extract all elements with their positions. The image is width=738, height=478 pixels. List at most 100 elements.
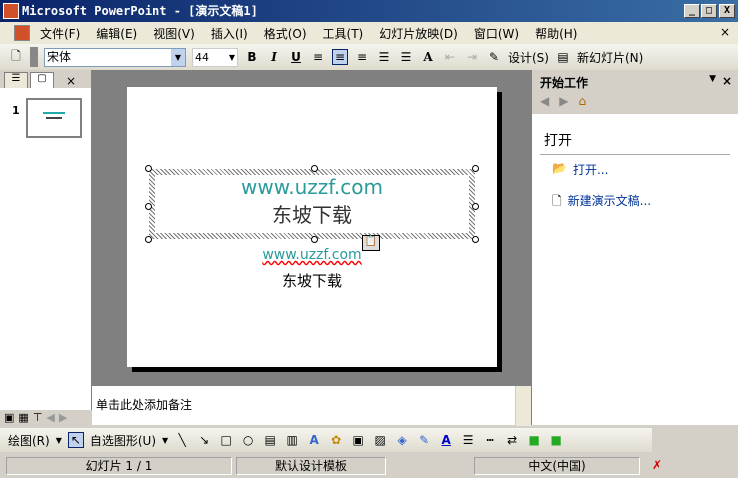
menu-view[interactable]: 视图(V) (153, 25, 195, 42)
chevron-down-icon[interactable]: ▼ (162, 436, 168, 445)
view-buttons: ▣ ▦ ⊤ ◀ ▶ (4, 411, 90, 427)
menu-tools[interactable]: 工具(T) (323, 25, 364, 42)
slide-thumbnail[interactable] (26, 98, 82, 138)
minimize-button[interactable]: _ (684, 4, 700, 18)
normal-view-icon[interactable]: ▣ (4, 411, 14, 427)
slide-title-text: 东坡下载 (272, 203, 352, 227)
sorter-view-icon[interactable]: ▦ (18, 411, 28, 427)
line-icon[interactable]: ╲ (174, 433, 190, 447)
tab-slides[interactable]: ▢ (30, 72, 54, 88)
home-icon[interactable]: ⌂ (578, 94, 586, 112)
menu-format[interactable]: 格式(O) (264, 25, 307, 42)
back-icon[interactable]: ◀ (540, 94, 549, 112)
shadow-icon[interactable]: ■ (526, 433, 542, 447)
new-icon[interactable]: 🗋 (8, 47, 24, 68)
dash-style-icon[interactable]: ┅ (482, 433, 498, 447)
increase-indent-icon[interactable]: ⇥ (464, 50, 480, 64)
font-name-input[interactable]: 宋体 ▼ (44, 47, 186, 67)
wordart-icon[interactable]: A (306, 433, 322, 447)
toolbar-options-icon[interactable] (30, 47, 38, 67)
drawing-toolbar: 绘图(R) ▼ ↖ 自选图形(U) ▼ ╲ ↘ □ ○ ▤ ▥ A ✿ ▣ ▨ ◈ … (0, 428, 652, 452)
numbering-icon[interactable]: ☰ (376, 50, 392, 64)
picture-icon[interactable]: ▨ (372, 433, 388, 447)
slide-title-link[interactable]: www.uzzf.com (155, 175, 469, 199)
font-color-icon[interactable]: A (438, 433, 454, 447)
slide-editor: www.uzzf.com 东坡下载 📋 www.uzzf.com 东坡下载 (92, 70, 531, 385)
notes-pane[interactable]: 单击此处添加备注 (92, 385, 531, 426)
increase-font-icon[interactable]: A (420, 50, 436, 64)
line-style-icon[interactable]: ☰ (460, 433, 476, 447)
scroll-right-icon[interactable]: ▶ (59, 411, 67, 427)
slideshow-view-icon[interactable]: ⊤ (33, 411, 43, 427)
fill-color-icon[interactable]: ◈ (394, 433, 410, 447)
3d-icon[interactable]: ■ (548, 433, 564, 447)
line-color-icon[interactable]: ✎ (416, 433, 432, 447)
window-title: Microsoft PowerPoint - [演示文稿1] (22, 4, 258, 18)
menu-edit[interactable]: 编辑(E) (96, 25, 137, 42)
arrow-icon[interactable]: ↘ (196, 433, 212, 447)
select-pointer-icon[interactable]: ↖ (67, 432, 84, 448)
spelling-icon[interactable]: ✗ (644, 457, 670, 475)
folder-icon: 📂 (552, 161, 567, 175)
status-bar: 幻灯片 1 / 1 默认设计模板 中文(中国) ✗ (0, 454, 738, 478)
notes-scrollbar[interactable] (515, 386, 531, 426)
design-button[interactable]: 设计(S) (508, 49, 549, 66)
align-left-icon[interactable]: ≡ (310, 50, 326, 64)
bullets-icon[interactable]: ☰ (398, 50, 414, 64)
font-size-value: 44 (195, 50, 209, 64)
slide-canvas[interactable]: www.uzzf.com 东坡下载 📋 www.uzzf.com 东坡下载 (127, 87, 497, 367)
autoshapes-button[interactable]: 自选图形(U) (90, 432, 156, 449)
menu-help[interactable]: 帮助(H) (535, 25, 577, 42)
status-slide: 幻灯片 1 / 1 (6, 457, 232, 475)
oval-icon[interactable]: ○ (240, 433, 256, 447)
new-presentation-link[interactable]: 新建演示文稿... (568, 192, 651, 213)
clipart-icon[interactable]: ▣ (350, 433, 366, 447)
chevron-down-icon[interactable]: ▼ (56, 436, 62, 445)
status-language: 中文(中国) (474, 457, 640, 475)
draw-menu-button[interactable]: 绘图(R) (8, 432, 50, 449)
align-center-icon[interactable]: ≡ (332, 49, 348, 65)
close-button[interactable]: X (719, 4, 735, 18)
maximize-button[interactable]: □ (701, 4, 717, 18)
menu-window[interactable]: 窗口(W) (474, 25, 519, 42)
title-bar: Microsoft PowerPoint - [演示文稿1] _ □ X (0, 0, 738, 22)
menu-insert[interactable]: 插入(I) (211, 25, 248, 42)
chevron-down-icon[interactable]: ▼ (171, 48, 185, 66)
panel-close-button[interactable]: × (66, 74, 76, 88)
new-presentation-row[interactable]: 🗋 新建演示文稿... (552, 192, 718, 213)
diagram-icon[interactable]: ✿ (328, 433, 344, 447)
forward-icon[interactable]: ▶ (559, 94, 568, 112)
menu-slideshow[interactable]: 幻灯片放映(D) (379, 25, 458, 42)
open-link[interactable]: 打开... (573, 161, 608, 178)
open-link-row[interactable]: 📂 打开... (552, 161, 718, 178)
status-template[interactable]: 默认设计模板 (236, 457, 386, 475)
task-pane-close-button[interactable]: × (722, 74, 732, 88)
rectangle-icon[interactable]: □ (218, 433, 234, 447)
align-right-icon[interactable]: ≡ (354, 50, 370, 64)
subtitle-link[interactable]: www.uzzf.com (127, 247, 497, 263)
textbox-icon[interactable]: ▤ (262, 433, 278, 447)
formatting-toolbar: 🗋 宋体 ▼ 44 ▼ B I U ≡ ≡ ≡ ☰ ☰ A ⇤ ⇥ ✎ 设计(S) ▤… (0, 44, 738, 70)
font-name-value: 宋体 (47, 49, 72, 64)
new-slide-button[interactable]: 新幻灯片(N) (577, 49, 643, 66)
open-section-title: 打开 (540, 130, 730, 155)
new-slide-icon: ▤ (557, 50, 569, 64)
chevron-down-icon[interactable]: ▼ (229, 49, 235, 66)
underline-button[interactable]: U (288, 50, 304, 64)
tab-outline[interactable]: ☰ (4, 72, 28, 88)
title-placeholder[interactable]: www.uzzf.com 东坡下载 (145, 165, 479, 243)
task-pane: 开始工作 ▼ × ◀ ▶ ⌂ 打开 📂 打开... 🗋 新建演示文稿... (531, 70, 738, 425)
bold-button[interactable]: B (244, 50, 260, 64)
menu-file[interactable]: 文件(F) (40, 25, 80, 42)
task-pane-header: 开始工作 ▼ × (532, 70, 738, 92)
menu-bar: 文件(F) 编辑(E) 视图(V) 插入(I) 格式(O) 工具(T) 幻灯片放… (0, 22, 738, 44)
scroll-left-icon[interactable]: ◀ (46, 411, 54, 427)
italic-button[interactable]: I (266, 50, 282, 64)
menu-close-button[interactable]: × (720, 25, 730, 39)
arrow-style-icon[interactable]: ⇄ (504, 433, 520, 447)
task-pane-nav: ◀ ▶ ⌂ (532, 92, 738, 114)
chevron-down-icon[interactable]: ▼ (709, 74, 716, 84)
font-size-input[interactable]: 44 ▼ (192, 47, 238, 67)
decrease-indent-icon[interactable]: ⇤ (442, 50, 458, 64)
vertical-textbox-icon[interactable]: ▥ (284, 433, 300, 447)
